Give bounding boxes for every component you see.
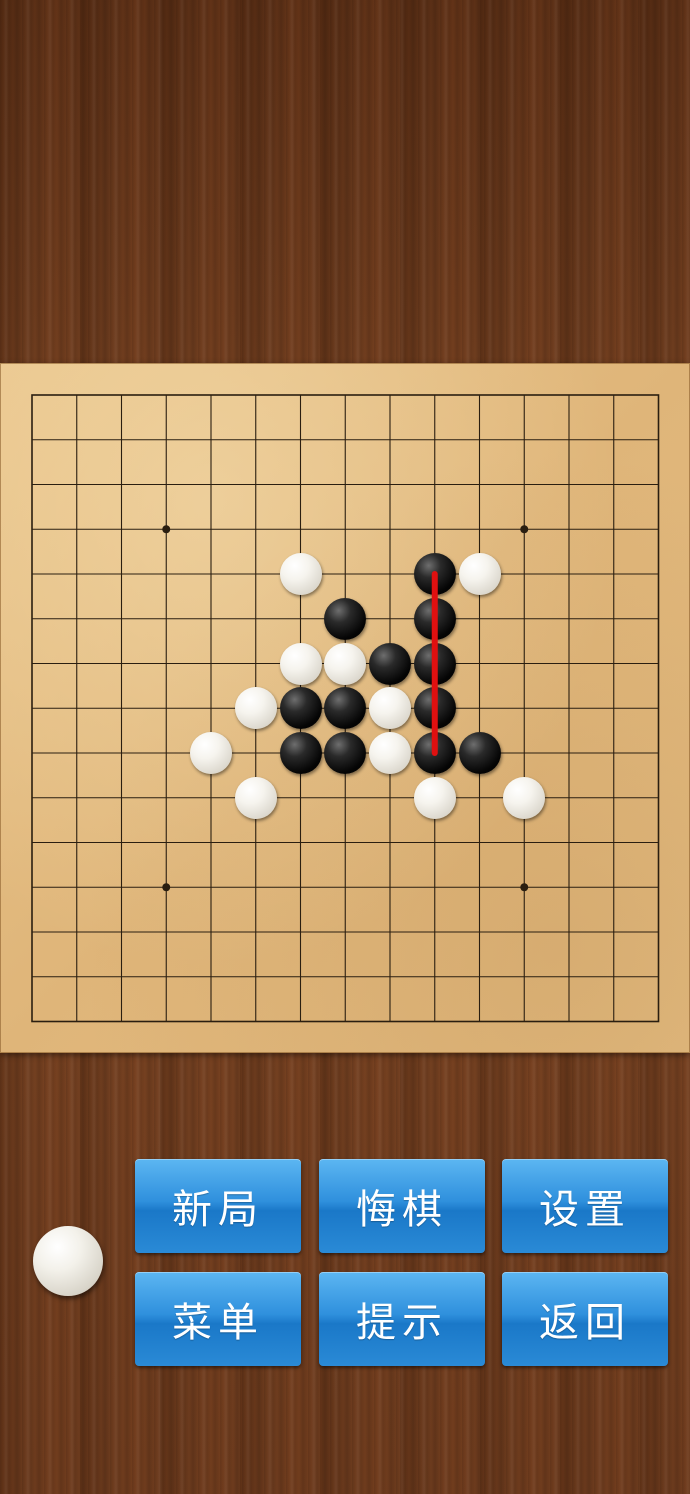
hint-button[interactable]: 提示 xyxy=(319,1272,485,1366)
game-board[interactable] xyxy=(0,363,690,1053)
new-game-button[interactable]: 新局 xyxy=(135,1159,301,1253)
win-line-layer xyxy=(431,571,438,756)
current-turn-white-stone-icon xyxy=(33,1226,103,1296)
settings-button[interactable]: 设置 xyxy=(502,1159,668,1253)
undo-button[interactable]: 悔棋 xyxy=(319,1159,485,1253)
back-button[interactable]: 返回 xyxy=(502,1272,668,1366)
menu-button[interactable]: 菜单 xyxy=(135,1272,301,1366)
